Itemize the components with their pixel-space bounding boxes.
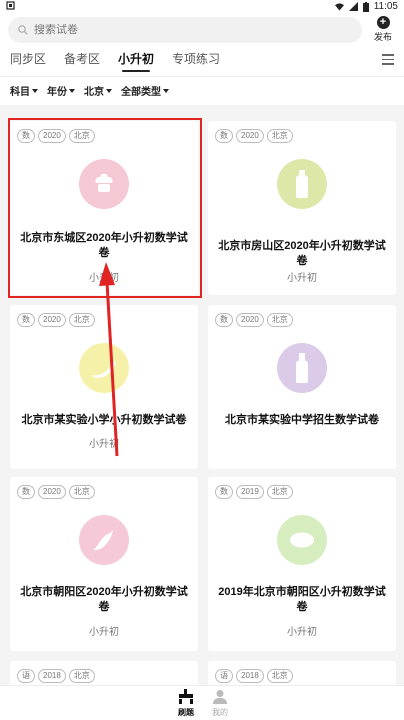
category-tabs: 同步区 备考区 小升初 专项练习 bbox=[0, 48, 404, 74]
tag-list: 数 2020 北京 bbox=[215, 313, 293, 327]
paper-card[interactable]: 数 2020 北京 北京市房山区2020年小升初数学试卷 小升初 bbox=[208, 121, 396, 295]
tag-subject: 数 bbox=[215, 313, 233, 327]
tag-subject: 数 bbox=[215, 485, 233, 499]
filter-type[interactable]: 全部类型 bbox=[121, 83, 169, 98]
tag-list: 语 2018 北京 bbox=[215, 669, 293, 683]
menu-icon[interactable] bbox=[382, 54, 394, 66]
highlight-box bbox=[8, 118, 202, 298]
tab-primary-to-middle[interactable]: 小升初 bbox=[118, 48, 154, 74]
tag-subject: 语 bbox=[17, 669, 35, 683]
tag-region: 北京 bbox=[266, 313, 293, 327]
tab-special-practice[interactable]: 专项练习 bbox=[172, 48, 220, 74]
tag-list: 数 2019 北京 bbox=[215, 485, 293, 499]
paper-card[interactable]: 语 2018 北京 bbox=[10, 661, 198, 685]
caret-down-icon bbox=[69, 88, 75, 93]
signal-icon bbox=[348, 2, 358, 11]
tag-region: 北京 bbox=[68, 669, 95, 683]
bottle-icon bbox=[296, 170, 308, 198]
search-icon bbox=[18, 25, 28, 35]
practice-icon bbox=[179, 689, 193, 704]
lemon-icon bbox=[290, 532, 314, 548]
status-bar: 11:05 bbox=[0, 0, 404, 14]
notification-icon bbox=[6, 1, 15, 13]
tag-year: 2020 bbox=[38, 485, 66, 499]
filter-year[interactable]: 年份 bbox=[47, 83, 75, 98]
filter-region[interactable]: 北京 bbox=[84, 83, 112, 98]
paper-card[interactable]: 数 2019 北京 2019年北京市朝阳区小升初数学试卷 小升初 bbox=[208, 477, 396, 651]
tag-subject: 数 bbox=[17, 313, 35, 327]
publish-label: 发布 bbox=[373, 32, 392, 42]
search-row: + 发布 bbox=[0, 14, 404, 46]
tag-year: 2018 bbox=[38, 669, 66, 683]
filter-year-label: 年份 bbox=[47, 87, 67, 98]
paper-thumbnail bbox=[79, 515, 129, 565]
paper-title: 北京市朝阳区2020年小升初数学试卷 bbox=[20, 586, 188, 613]
paper-category: 小升初 bbox=[287, 273, 317, 284]
tag-list: 数 2020 北京 bbox=[215, 129, 293, 143]
paper-thumbnail bbox=[79, 343, 129, 393]
paper-category: 小升初 bbox=[89, 439, 119, 450]
plus-icon: + bbox=[376, 16, 390, 29]
filter-bar: 科目 年份 北京 全部类型 bbox=[0, 76, 404, 104]
tag-year: 2019 bbox=[236, 485, 264, 499]
tag-region: 北京 bbox=[266, 485, 293, 499]
tag-subject: 语 bbox=[215, 669, 233, 683]
tag-subject: 数 bbox=[215, 129, 233, 143]
nav-profile[interactable]: 我的 bbox=[200, 689, 240, 718]
banana-icon bbox=[93, 361, 116, 378]
nav-profile-label: 我的 bbox=[212, 708, 228, 717]
tag-subject: 数 bbox=[17, 485, 35, 499]
publish-button[interactable]: + 发布 bbox=[368, 16, 398, 43]
pepper-icon bbox=[93, 530, 113, 551]
tag-region: 北京 bbox=[266, 669, 293, 683]
tag-region: 北京 bbox=[266, 129, 293, 143]
tag-year: 2018 bbox=[236, 669, 264, 683]
paper-thumbnail bbox=[277, 515, 327, 565]
tab-exam-prep[interactable]: 备考区 bbox=[64, 48, 100, 74]
paper-title: 北京市房山区2020年小升初数学试卷 bbox=[218, 240, 386, 267]
paper-category: 小升初 bbox=[89, 627, 119, 638]
clock: 11:05 bbox=[373, 1, 398, 12]
paper-card[interactable]: 数 2020 北京 北京市朝阳区2020年小升初数学试卷 小升初 bbox=[10, 477, 198, 651]
filter-region-label: 北京 bbox=[84, 87, 104, 98]
caret-down-icon bbox=[163, 88, 169, 93]
filter-type-label: 全部类型 bbox=[121, 87, 161, 98]
paper-title: 2019年北京市朝阳区小升初数学试卷 bbox=[218, 586, 386, 613]
caret-down-icon bbox=[106, 88, 112, 93]
search-input[interactable] bbox=[34, 24, 334, 36]
bottom-nav: 刷题 我的 bbox=[0, 685, 404, 720]
search-bar[interactable] bbox=[8, 17, 362, 43]
tab-sync[interactable]: 同步区 bbox=[10, 48, 46, 74]
paper-thumbnail bbox=[277, 159, 327, 209]
paper-card[interactable]: 语 2018 北京 bbox=[208, 661, 396, 685]
tag-list: 语 2018 北京 bbox=[17, 669, 95, 683]
user-icon bbox=[213, 690, 227, 704]
caret-down-icon bbox=[32, 88, 38, 93]
tag-year: 2020 bbox=[236, 129, 264, 143]
wifi-icon bbox=[334, 3, 344, 11]
paper-card[interactable]: 数 2020 北京 北京市某实验小学小升初数学试卷 小升初 bbox=[10, 305, 198, 469]
tag-list: 数 2020 北京 bbox=[17, 313, 95, 327]
paper-title: 北京市某实验小学小升初数学试卷 bbox=[21, 414, 187, 426]
paper-title: 北京市某实验中学招生数学试卷 bbox=[225, 414, 379, 426]
tag-list: 数 2020 北京 bbox=[17, 485, 95, 499]
bottle-icon bbox=[296, 353, 308, 383]
tag-region: 北京 bbox=[68, 485, 95, 499]
paper-category: 小升初 bbox=[287, 627, 317, 638]
tag-year: 2020 bbox=[236, 313, 264, 327]
filter-subject[interactable]: 科目 bbox=[10, 83, 38, 98]
paper-thumbnail bbox=[277, 343, 327, 393]
filter-subject-label: 科目 bbox=[10, 87, 30, 98]
battery-icon bbox=[362, 1, 369, 12]
paper-card[interactable]: 数 2020 北京 北京市某实验中学招生数学试卷 bbox=[208, 305, 396, 469]
tag-year: 2020 bbox=[38, 313, 66, 327]
tag-region: 北京 bbox=[68, 313, 95, 327]
